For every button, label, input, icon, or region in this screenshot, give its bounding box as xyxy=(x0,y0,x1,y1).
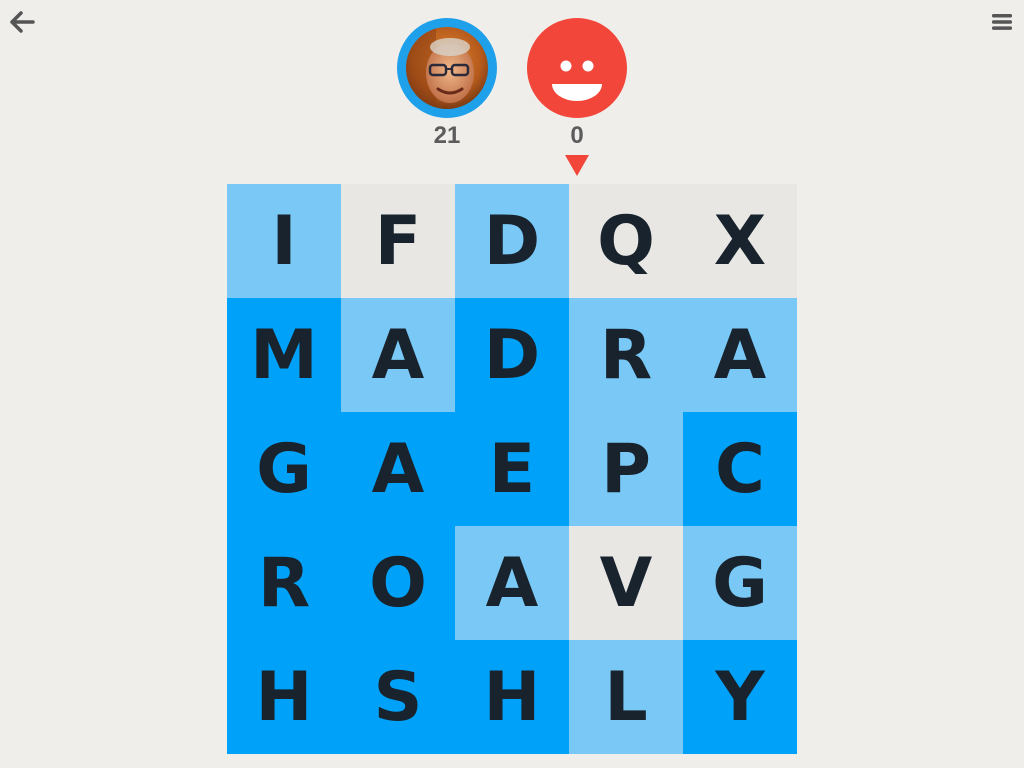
letter-tile[interactable]: Q xyxy=(569,184,683,298)
letter-tile[interactable]: D xyxy=(455,298,569,412)
letter-tile[interactable]: C xyxy=(683,412,797,526)
letter-tile[interactable]: E xyxy=(455,412,569,526)
user-photo xyxy=(406,27,488,109)
letter-tile[interactable]: A xyxy=(683,298,797,412)
menu-button[interactable] xyxy=(988,8,1016,36)
letter-tile[interactable]: S xyxy=(341,640,455,754)
letter-tile[interactable]: O xyxy=(341,526,455,640)
letter-tile[interactable]: I xyxy=(227,184,341,298)
letter-board: IFDQXMADRAGAEPCROAVGHSHLY xyxy=(227,184,797,754)
letter-tile[interactable]: D xyxy=(455,184,569,298)
letter-tile[interactable]: V xyxy=(569,526,683,640)
player1-score: 21 xyxy=(433,122,461,149)
letter-tile[interactable]: F xyxy=(341,184,455,298)
hamburger-menu-icon xyxy=(992,14,1012,30)
letter-tile[interactable]: A xyxy=(341,412,455,526)
letter-tile[interactable]: Y xyxy=(683,640,797,754)
arrow-left-icon xyxy=(10,11,35,33)
player1-avatar[interactable] xyxy=(397,18,497,118)
letter-tile[interactable]: L xyxy=(569,640,683,754)
letter-tile[interactable]: H xyxy=(227,640,341,754)
letter-tile[interactable]: R xyxy=(569,298,683,412)
letter-tile[interactable]: X xyxy=(683,184,797,298)
letter-tile[interactable]: M xyxy=(227,298,341,412)
letter-tile[interactable]: G xyxy=(227,412,341,526)
letter-tile[interactable]: A xyxy=(455,526,569,640)
letter-tile[interactable]: A xyxy=(341,298,455,412)
back-button[interactable] xyxy=(8,8,36,36)
turn-indicator-arrow xyxy=(565,155,589,176)
letter-tile[interactable]: H xyxy=(455,640,569,754)
letter-tile[interactable]: R xyxy=(227,526,341,640)
letter-tile[interactable]: P xyxy=(569,412,683,526)
smiley-face-icon xyxy=(552,60,602,101)
player2-avatar[interactable] xyxy=(527,18,627,118)
player2-score: 0 xyxy=(570,122,584,149)
letter-tile[interactable]: G xyxy=(683,526,797,640)
